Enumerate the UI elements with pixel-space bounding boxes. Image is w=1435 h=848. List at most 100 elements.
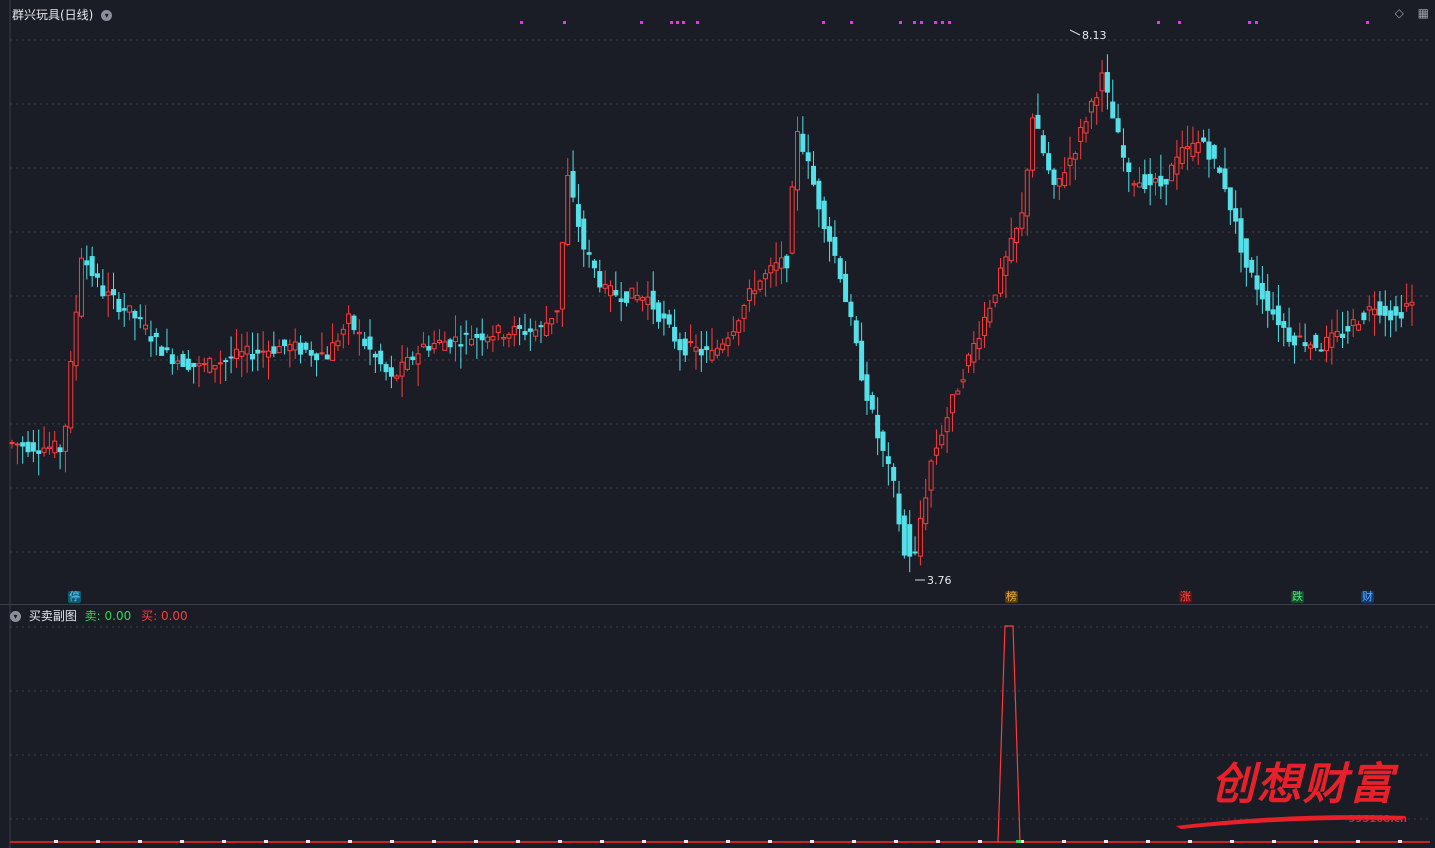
candle <box>73 294 79 381</box>
candle <box>650 271 656 325</box>
candle-body <box>607 285 613 297</box>
candle-body <box>1179 147 1185 164</box>
candle-body <box>736 320 742 333</box>
candle <box>816 178 822 228</box>
candle <box>1286 307 1292 347</box>
marker-stop[interactable]: 停 <box>68 591 81 603</box>
chevron-down-icon[interactable]: ▾ <box>10 611 21 622</box>
candle-body <box>1227 187 1233 211</box>
marker-rank[interactable]: 榜 <box>1005 591 1018 603</box>
candle <box>661 300 667 336</box>
candle <box>1254 255 1260 306</box>
zero-marker <box>54 840 58 843</box>
candle-body <box>265 350 271 358</box>
candle <box>827 216 833 262</box>
candle-body <box>94 273 100 278</box>
marker-finance[interactable]: 财 <box>1361 591 1374 603</box>
candle <box>116 292 122 320</box>
candle-body <box>127 305 133 313</box>
candle <box>575 184 581 243</box>
candle-body <box>1014 227 1020 243</box>
candle <box>1126 157 1132 193</box>
candle-body <box>1382 305 1388 316</box>
candle <box>30 430 36 463</box>
candle <box>1110 79 1116 119</box>
candle-body <box>543 322 549 337</box>
candle <box>511 316 517 347</box>
candle <box>1185 125 1191 171</box>
candle <box>169 348 175 375</box>
candle-body <box>490 336 496 341</box>
candle-body <box>859 340 865 381</box>
candle <box>479 318 485 356</box>
candle <box>1227 187 1233 226</box>
candle-body <box>1201 137 1207 142</box>
candle-body <box>907 524 913 557</box>
candle <box>1345 310 1351 344</box>
candle-body <box>1206 141 1212 160</box>
candle-body <box>201 363 207 366</box>
candle <box>1190 126 1196 162</box>
candle-body <box>388 367 394 377</box>
candle <box>1014 226 1020 263</box>
candlestick-chart[interactable]: 8.13 3.76 <box>0 0 1435 604</box>
main-chart-panel[interactable]: 8.13 3.76 群兴玩具(日线) ▾ ◇ ▦ 停 榜 涨 跌 财 <box>0 0 1435 604</box>
candle-body <box>356 331 362 335</box>
candle <box>1313 332 1319 352</box>
candle-body <box>688 341 694 344</box>
candle-body <box>992 294 998 304</box>
candle <box>111 272 117 310</box>
candle <box>191 362 197 384</box>
zero-marker <box>726 840 730 843</box>
candle <box>565 158 571 247</box>
candle <box>773 242 779 287</box>
zero-marker <box>180 840 184 843</box>
candle-body <box>394 375 400 379</box>
candle-body <box>1345 326 1351 332</box>
candle-body <box>330 342 336 361</box>
marker-rise[interactable]: 涨 <box>1179 591 1192 603</box>
candle <box>1249 257 1255 278</box>
candle-body <box>137 317 143 320</box>
candle <box>367 319 373 366</box>
candle <box>153 328 159 356</box>
candle <box>292 328 298 359</box>
candle <box>137 304 143 329</box>
candle-body <box>1185 146 1191 150</box>
zero-marker <box>600 840 604 843</box>
candle <box>965 352 971 373</box>
candle <box>223 357 229 381</box>
candle <box>1104 54 1110 110</box>
candle-body <box>1062 172 1068 187</box>
candle-body <box>538 325 544 328</box>
chevron-down-icon[interactable]: ▾ <box>101 10 113 21</box>
candle <box>1094 91 1100 125</box>
diamond-icon[interactable]: ◇ <box>1395 6 1404 20</box>
candle <box>420 331 426 349</box>
candle-body <box>565 174 571 245</box>
candle <box>757 279 763 293</box>
candle-body <box>933 447 939 456</box>
candle <box>1372 291 1378 336</box>
zero-marker <box>390 840 394 843</box>
candle-body <box>378 350 384 365</box>
buy-signal-spike <box>997 625 1021 843</box>
candle <box>303 341 309 353</box>
candle-body <box>575 204 581 227</box>
candle-body <box>624 291 630 303</box>
candle <box>992 294 998 308</box>
candle <box>714 339 720 359</box>
candle <box>1318 342 1324 352</box>
candle <box>656 300 662 329</box>
marker-fall[interactable]: 跌 <box>1291 591 1304 603</box>
candle-body <box>602 284 608 289</box>
candle-body <box>404 356 410 370</box>
candle <box>1382 290 1388 337</box>
candle <box>335 333 341 351</box>
candle-body <box>1131 183 1137 186</box>
candle-body <box>228 356 234 359</box>
candle-body <box>693 346 699 352</box>
candle <box>356 319 362 356</box>
candle <box>976 321 982 360</box>
grid-view-icon[interactable]: ▦ <box>1418 6 1429 20</box>
